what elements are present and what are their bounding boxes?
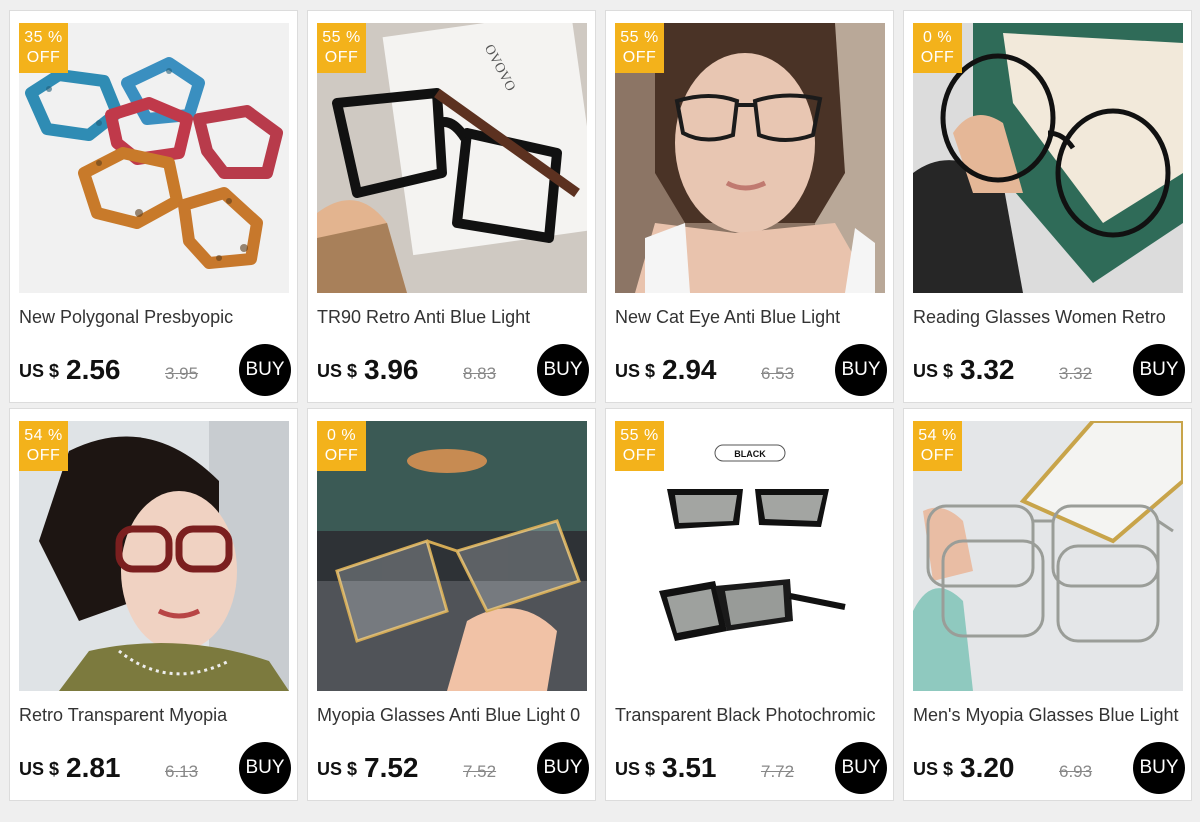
sale-price: 2.81 bbox=[66, 752, 121, 783]
original-price: 3.95 bbox=[165, 364, 199, 383]
sale-price: 7.52 bbox=[364, 752, 419, 783]
discount-badge: 55 % OFF bbox=[317, 23, 366, 73]
discount-unit: % bbox=[341, 427, 357, 444]
buy-button[interactable]: BUY bbox=[239, 742, 291, 794]
discount-value: 55 bbox=[620, 427, 640, 444]
discount-value: 54 bbox=[24, 427, 44, 444]
off-label: OFF bbox=[622, 49, 657, 66]
discount-badge: 35 % OFF bbox=[19, 23, 68, 73]
buy-button[interactable]: BUY bbox=[1133, 742, 1185, 794]
discount-unit: % bbox=[942, 427, 957, 444]
discount-unit: % bbox=[48, 29, 63, 46]
buy-button[interactable]: BUY bbox=[537, 742, 589, 794]
product-title[interactable]: Reading Glasses Women Retro bbox=[913, 307, 1185, 328]
sale-price: 3.96 bbox=[364, 354, 419, 385]
product-card[interactable]: OVOVO 55 % OFF TR90 Retro Anti Blue Ligh… bbox=[307, 10, 596, 403]
price-row: US $ 3.51 7.72 BUY bbox=[615, 742, 887, 794]
product-title[interactable]: TR90 Retro Anti Blue Light bbox=[317, 307, 589, 328]
discount-value: 0 bbox=[326, 427, 337, 444]
original-price: 7.52 bbox=[463, 762, 497, 781]
discount-unit: % bbox=[48, 427, 63, 444]
buy-button[interactable]: BUY bbox=[239, 344, 291, 396]
product-card[interactable]: 54 % OFF Retro Transparent Myopia US $ 2… bbox=[9, 408, 298, 801]
discount-badge: 0 % OFF bbox=[317, 421, 366, 471]
buy-button[interactable]: BUY bbox=[835, 344, 887, 396]
discount-unit: % bbox=[644, 427, 659, 444]
product-title[interactable]: New Cat Eye Anti Blue Light bbox=[615, 307, 887, 328]
discount-value: 0 bbox=[922, 29, 933, 46]
product-card[interactable]: 35 % OFF New Polygonal Presbyopic US $ 2… bbox=[9, 10, 298, 403]
discount-value: 55 bbox=[322, 29, 342, 46]
original-price: 6.53 bbox=[761, 364, 795, 383]
product-card[interactable]: 55 % OFF New Cat Eye Anti Blue Light US … bbox=[605, 10, 894, 403]
price-row: US $ 2.56 3.95 BUY bbox=[19, 344, 291, 396]
discount-badge: 55 % OFF bbox=[615, 23, 664, 73]
discount-unit: % bbox=[644, 29, 659, 46]
product-card[interactable]: BLACK 55 % OFF Transparent Black Photoch… bbox=[605, 408, 894, 801]
product-grid: 35 % OFF New Polygonal Presbyopic US $ 2… bbox=[9, 10, 1195, 801]
currency-label: US $ bbox=[317, 759, 358, 779]
off-label: OFF bbox=[26, 447, 61, 464]
discount-badge: 0 % OFF bbox=[913, 23, 962, 73]
buy-button[interactable]: BUY bbox=[537, 344, 589, 396]
sale-price: 3.32 bbox=[960, 354, 1015, 385]
product-title[interactable]: Myopia Glasses Anti Blue Light 0 bbox=[317, 705, 589, 726]
discount-unit: % bbox=[937, 29, 953, 46]
discount-value: 54 bbox=[918, 427, 938, 444]
currency-label: US $ bbox=[913, 361, 954, 381]
buy-button[interactable]: BUY bbox=[835, 742, 887, 794]
currency-label: US $ bbox=[317, 361, 358, 381]
off-label: OFF bbox=[324, 49, 359, 66]
off-label: OFF bbox=[26, 49, 61, 66]
original-price: 8.83 bbox=[463, 364, 497, 383]
off-label: OFF bbox=[324, 447, 359, 464]
price-row: US $ 2.94 6.53 BUY bbox=[615, 344, 887, 396]
discount-badge: 54 % OFF bbox=[913, 421, 962, 471]
currency-label: US $ bbox=[615, 759, 656, 779]
discount-value: 55 bbox=[620, 29, 640, 46]
buy-button[interactable]: BUY bbox=[1133, 344, 1185, 396]
price-row: US $ 3.32 3.32 BUY bbox=[913, 344, 1185, 396]
product-title[interactable]: New Polygonal Presbyopic bbox=[19, 307, 291, 328]
off-label: OFF bbox=[622, 447, 657, 464]
price-row: US $ 7.52 7.52 BUY bbox=[317, 742, 589, 794]
sale-price: 3.20 bbox=[960, 752, 1015, 783]
sale-price: 2.56 bbox=[66, 354, 121, 385]
product-title[interactable]: Men's Myopia Glasses Blue Light bbox=[913, 705, 1185, 726]
discount-badge: 54 % OFF bbox=[19, 421, 68, 471]
product-card[interactable]: 0 % OFF Reading Glasses Women Retro US $… bbox=[903, 10, 1192, 403]
currency-label: US $ bbox=[913, 759, 954, 779]
image-label-text: BLACK bbox=[734, 449, 766, 459]
discount-unit: % bbox=[346, 29, 361, 46]
off-label: OFF bbox=[920, 447, 955, 464]
original-price: 6.93 bbox=[1059, 762, 1093, 781]
currency-label: US $ bbox=[19, 759, 60, 779]
price-row: US $ 3.96 8.83 BUY bbox=[317, 344, 589, 396]
sale-price: 3.51 bbox=[662, 752, 717, 783]
price-row: US $ 2.81 6.13 BUY bbox=[19, 742, 291, 794]
discount-badge: 55 % OFF bbox=[615, 421, 664, 471]
original-price: 6.13 bbox=[165, 762, 199, 781]
currency-label: US $ bbox=[19, 361, 60, 381]
currency-label: US $ bbox=[615, 361, 656, 381]
price-row: US $ 3.20 6.93 BUY bbox=[913, 742, 1185, 794]
product-title[interactable]: Retro Transparent Myopia bbox=[19, 705, 291, 726]
original-price: 3.32 bbox=[1059, 364, 1093, 383]
product-card[interactable]: 54 % OFF Men's Myopia Glasses Blue Light… bbox=[903, 408, 1192, 801]
product-title[interactable]: Transparent Black Photochromic bbox=[615, 705, 887, 726]
sale-price: 2.94 bbox=[662, 354, 717, 385]
product-card[interactable]: 0 % OFF Myopia Glasses Anti Blue Light 0… bbox=[307, 408, 596, 801]
original-price: 7.72 bbox=[761, 762, 795, 781]
discount-value: 35 bbox=[24, 29, 44, 46]
off-label: OFF bbox=[920, 49, 955, 66]
